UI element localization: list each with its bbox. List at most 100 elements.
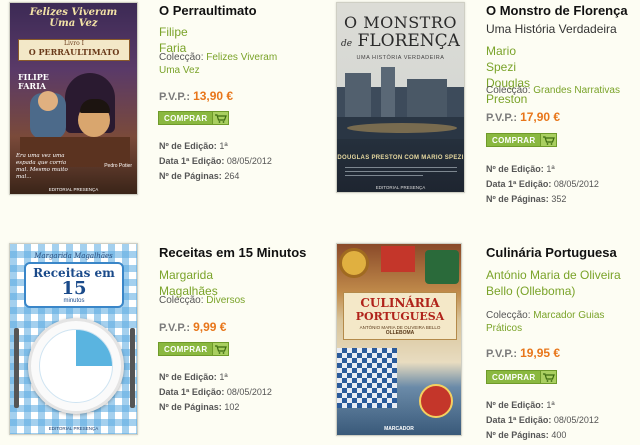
author-link[interactable]: Mario Spezi [486,43,530,75]
first-edition-date-row: Data 1ª Edição: 08/05/2012 [486,177,599,192]
edition-row: Nº de Edição: 1ª [486,162,599,177]
buy-button-label: COMPRAR [158,342,214,356]
price-label: P.V.P.: [486,112,517,124]
cover-fork [14,328,19,408]
collection-label: Colecção: [486,85,531,96]
book-author[interactable]: António Maria de Oliveira Bello (Ollebom… [486,267,636,299]
first-edition-date-label: Data 1ª Edição: [159,156,225,166]
book-cover-receitas-15-minutos[interactable]: Margarida Magalhães Receitas em 15 minut… [9,243,138,435]
book-price: P.V.P.: 13,90 € [159,89,233,103]
cover-author: Margarida Magalhães [34,252,113,260]
book-list: { "labels": { "colec": "Colecção:", "pvp… [0,0,640,445]
edition-row: Nº de Edição: 1ª [159,139,272,154]
cover-blurb-lines [345,167,457,176]
edition-label: Nº de Edição: [159,141,217,151]
pages-value: 352 [551,194,567,204]
cover-knife [130,328,135,408]
pages-row: Nº de Páginas: 102 [159,400,272,415]
edition-value: 1ª [546,164,555,174]
edition-value: 1ª [219,372,228,382]
cover-publisher: EDITORIAL PRESENÇA [48,426,99,431]
pages-row: Nº de Páginas: 264 [159,169,272,184]
book-collection: Colecção: Marcador Guias Práticos [486,309,626,335]
cover-tagline: UMA HISTÓRIA VERDADEIRA [356,55,445,61]
price-label: P.V.P.: [159,322,190,334]
collection-link[interactable]: Grandes Narrativas [533,85,620,96]
cover-title-box: Receitas em 15 minutos [24,262,124,308]
book-details: Nº de Edição: 1ª Data 1ª Edição: 08/05/2… [159,139,272,184]
buy-button[interactable]: COMPRAR [486,370,558,384]
edition-row: Nº de Edição: 1ª [486,398,599,413]
cover-publisher: EDITORIAL PRESENÇA [375,185,426,190]
edition-label: Nº de Edição: [486,400,544,410]
cover-title-line-1: O MONSTRO [344,13,457,32]
book-title[interactable]: O Monstro de Florença [486,3,628,18]
book-authors: Mario Spezi Douglas Preston [486,43,530,107]
buy-button[interactable]: COMPRAR [158,342,230,356]
pages-label: Nº de Páginas: [486,430,549,440]
cover-title-line-1: CULINÁRIA [360,296,440,310]
pages-value: 400 [551,430,567,440]
pages-value: 264 [224,171,240,181]
buy-button-label: COMPRAR [486,370,542,384]
first-edition-date-row: Data 1ª Edição: 08/05/2012 [486,413,599,428]
pages-label: Nº de Páginas: [486,194,549,204]
cover-title-florenca: FLORENÇA [357,31,460,51]
cover-illustration [10,63,137,167]
first-edition-date-value: 08/05/2012 [553,179,599,189]
buy-button-label: COMPRAR [486,133,542,147]
first-edition-date-value: 08/05/2012 [226,387,272,397]
cover-series-title: Felizes Viveram Uma Vez [29,7,118,29]
book-price: P.V.P.: 17,90 € [486,110,560,124]
first-edition-date-label: Data 1ª Edição: [486,179,552,189]
collection-label: Colecção: [159,295,204,306]
cover-illustrator: Pedro Potier [104,163,132,169]
price-value: 19,95 € [520,346,561,360]
edition-value: 1ª [546,400,555,410]
first-edition-date-label: Data 1ª Edição: [486,415,552,425]
cover-clock-face [39,329,113,403]
price-label: P.V.P.: [159,91,190,103]
cart-icon [213,111,230,125]
book-cover-monstro-florenca[interactable]: O MONSTRO de FLORENÇA UMA HISTÓRIA VERDA… [336,2,465,193]
cover-plate [28,318,124,414]
cover-tiles [337,348,397,408]
cover-authors: DOUGLAS PRESTON COM MARIO SPEZI [337,155,464,161]
pages-label: Nº de Páginas: [159,171,222,181]
cover-badge [419,384,453,418]
book-price: P.V.P.: 9,99 € [159,320,226,334]
book-cover-perraultimato[interactable]: Felizes Viveram Uma Vez Livro I O PERRAU… [9,2,138,195]
pages-row: Nº de Páginas: 352 [486,192,599,207]
book-title[interactable]: Culinária Portuguesa [486,245,617,260]
cart-icon [541,133,558,147]
price-value: 17,90 € [520,110,561,124]
cover-title-line-2: PORTUGUESA [355,310,445,323]
price-value: 13,90 € [193,89,234,103]
cover-publisher: EDITORIAL PRESENÇA [48,187,99,192]
cover-photo-collage [337,244,461,292]
book-price: P.V.P.: 19,95 € [486,346,560,360]
cart-icon [213,342,230,356]
buy-button-label: COMPRAR [158,111,214,125]
cover-title-panel: CULINÁRIA PORTUGUESA ANTÓNIO MARIA DE OL… [343,292,457,340]
buy-button[interactable]: COMPRAR [158,111,230,125]
pages-value: 102 [224,402,240,412]
cover-title-line-2: de FLORENÇA [337,31,464,51]
first-edition-date-value: 08/05/2012 [553,415,599,425]
cover-illustration [337,67,464,157]
edition-label: Nº de Edição: [159,372,217,382]
cover-unit: minutos [63,298,85,304]
book-cover-culinaria-portuguesa[interactable]: CULINÁRIA PORTUGUESA ANTÓNIO MARIA DE OL… [336,243,462,436]
cover-publisher: MARCADOR [384,426,414,432]
first-edition-date-row: Data 1ª Edição: 08/05/2012 [159,385,272,400]
buy-button[interactable]: COMPRAR [486,133,558,147]
book-title[interactable]: Receitas em 15 Minutos [159,245,306,260]
collection-link[interactable]: Diversos [206,295,245,306]
cover-title-banner: Livro I O PERRAULTIMATO [18,39,130,61]
cover-title: O PERRAULTIMATO [28,47,120,57]
cover-title-de: de [341,39,353,49]
book-details: Nº de Edição: 1ª Data 1ª Edição: 08/05/2… [486,162,599,207]
book-title[interactable]: O Perraultimato [159,3,257,18]
first-edition-date-value: 08/05/2012 [226,156,272,166]
cart-icon [541,370,558,384]
